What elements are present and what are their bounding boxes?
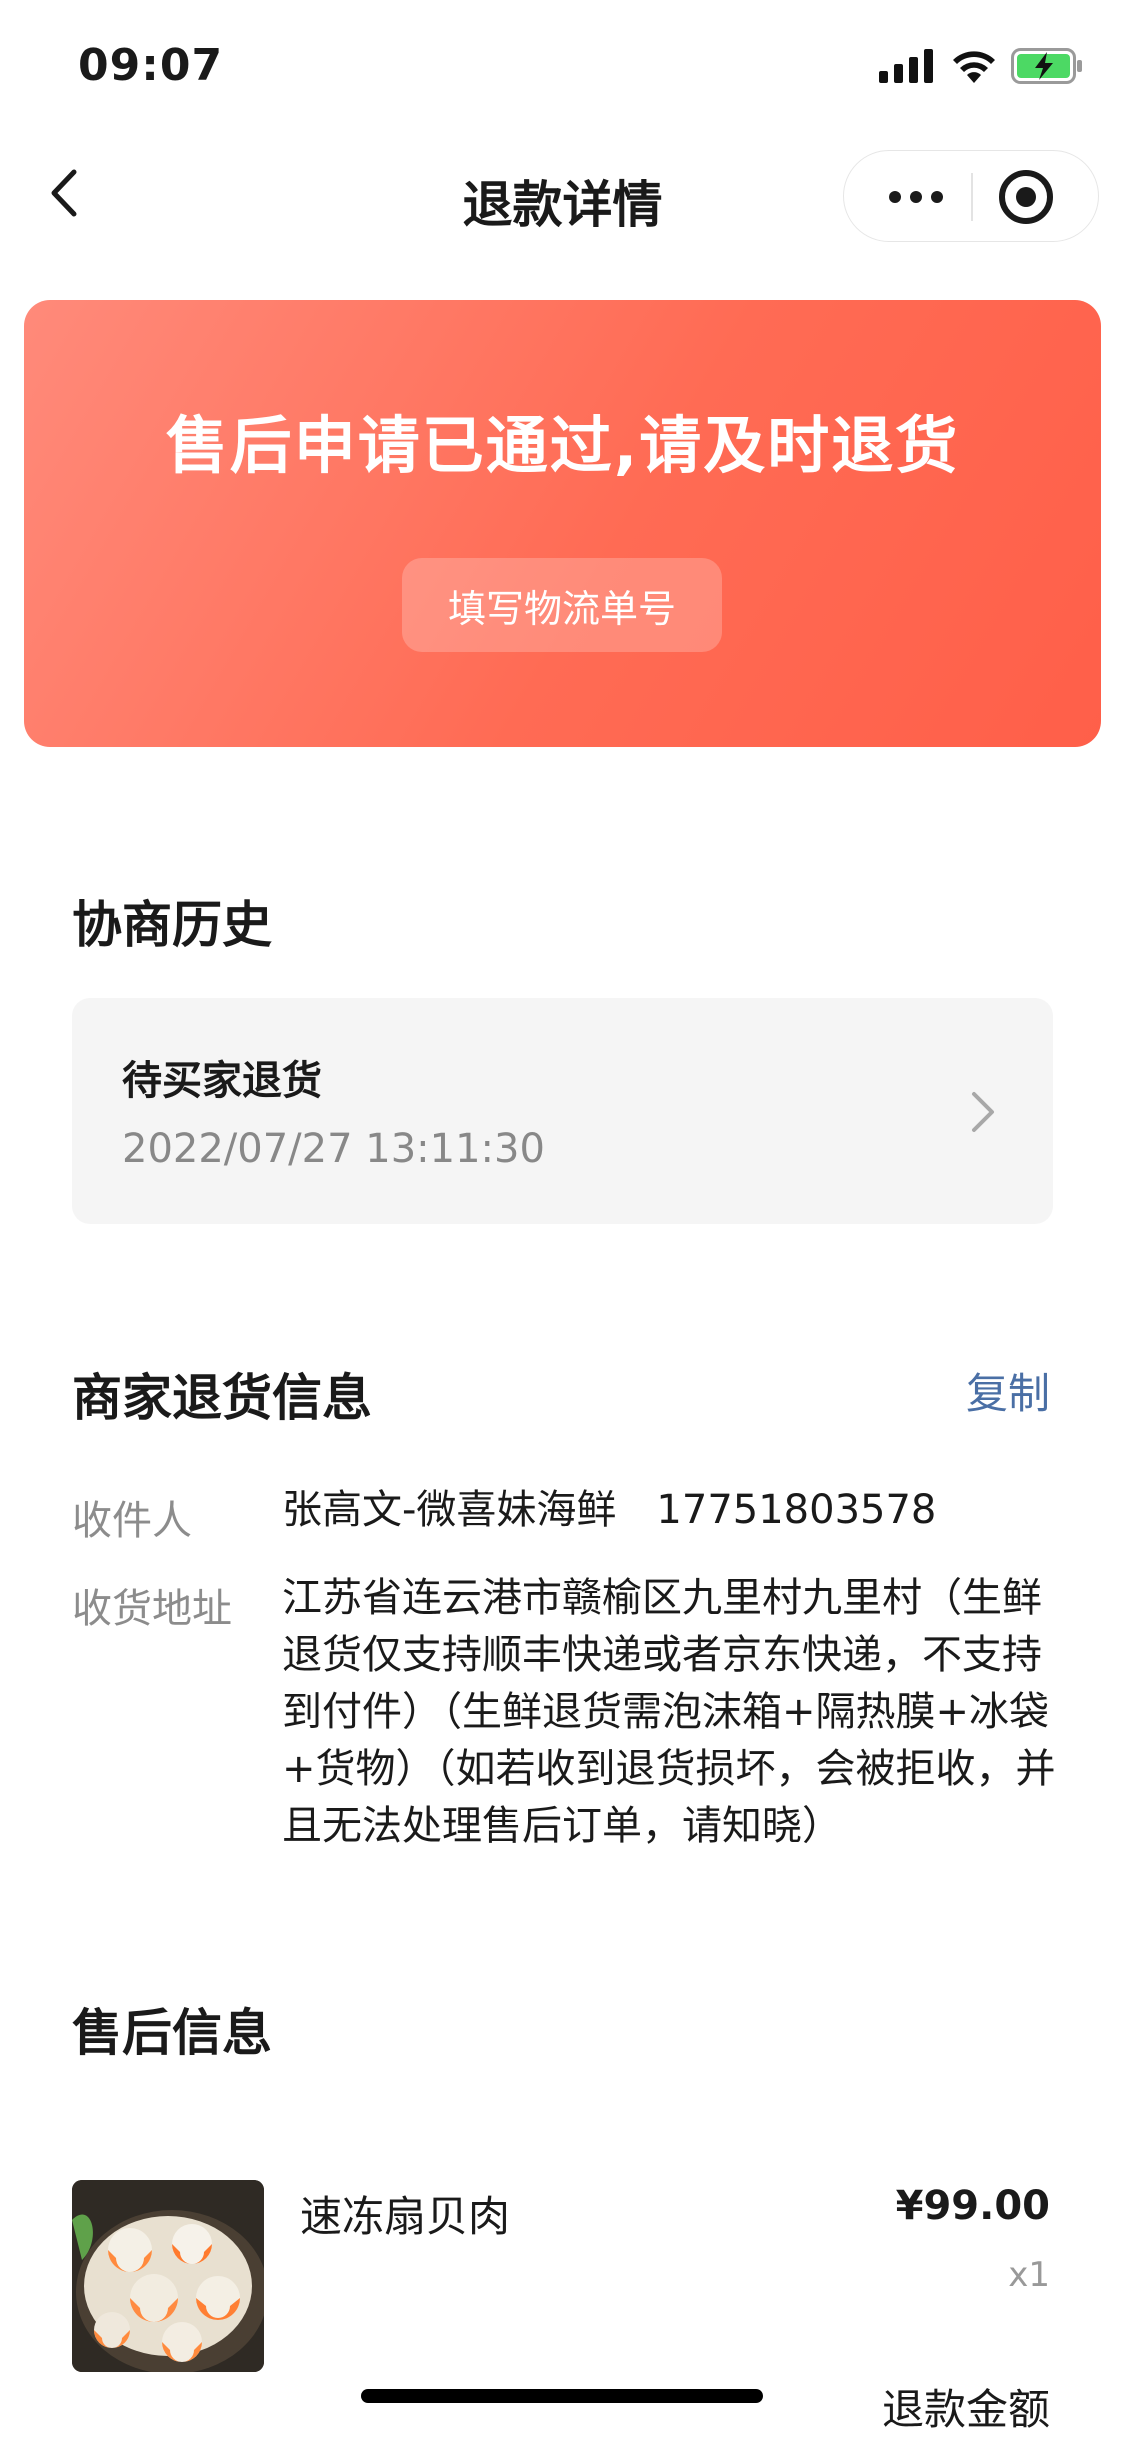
home-indicator [361, 2389, 763, 2403]
miniprogram-capsule [843, 150, 1099, 242]
recipient-label: 收件人 [72, 1498, 192, 1544]
address-label: 收货地址 [72, 1586, 232, 1632]
more-dot [910, 191, 922, 203]
banner-title: 售后申请已通过,请及时退货 [165, 409, 960, 482]
signal-icon [879, 49, 933, 83]
history-status: 待买家退货 [122, 1058, 322, 1104]
history-time: 2022/07/27 13:11:30 [122, 1126, 545, 1172]
target-icon[interactable] [994, 165, 1058, 229]
product-quantity: x1 [1008, 2255, 1050, 2295]
product-price: ¥99.00 [895, 2183, 1050, 2229]
refund-amount-label: 退款金额 [881, 2385, 1050, 2434]
fill-logistics-number-button[interactable]: 填写物流单号 [402, 558, 722, 652]
history-section-title: 协商历史 [72, 896, 272, 954]
address-value: 江苏省连云港市赣榆区九里村九里村（生鲜退货仅支持顺丰快递或者京东快递，不支持到付… [282, 1575, 1056, 1849]
scallop-dish-image [72, 2180, 264, 2372]
copy-button[interactable]: 复制 [966, 1360, 1050, 1421]
wifi-icon [953, 51, 995, 83]
status-time: 09:07 [78, 40, 224, 91]
history-card[interactable] [72, 998, 1053, 1224]
recipient-value: 张高文-微喜妹海鲜 17751803578 [282, 1487, 937, 1533]
product-name: 速冻扇贝肉 [300, 2192, 511, 2241]
status-icons [879, 48, 1083, 84]
capsule-divider [971, 173, 973, 221]
merchant-section-title: 商家退货信息 [72, 1369, 372, 1427]
more-button[interactable] [866, 151, 966, 243]
more-dots-icon [889, 191, 901, 203]
product-image [72, 2180, 264, 2372]
battery-charging-icon [1011, 48, 1082, 84]
chevron-right-icon [972, 1092, 994, 1132]
aftersale-section-title: 售后信息 [72, 2004, 272, 2062]
more-dot [931, 191, 943, 203]
refund-status-banner [24, 300, 1101, 747]
